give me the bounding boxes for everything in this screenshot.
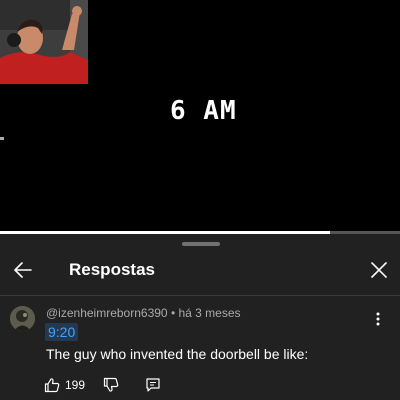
video-player[interactable]: 6 AM (0, 0, 400, 232)
panel-title: Respostas (69, 260, 155, 279)
close-icon (371, 262, 387, 278)
timestamp-link[interactable]: 9:20 (45, 323, 79, 341)
comment-author[interactable]: @izenheimreborn6390 (46, 306, 168, 320)
thumbs-down-icon (103, 377, 119, 392)
thumbs-up-icon (44, 378, 60, 393)
drag-handle[interactable] (182, 242, 220, 246)
comment-time: há 3 meses (178, 306, 241, 320)
dislike-button[interactable] (103, 377, 119, 393)
avatar[interactable] (10, 306, 35, 331)
like-button[interactable]: 199 (44, 377, 85, 393)
meta-separator: • (170, 306, 176, 320)
back-button[interactable] (10, 256, 36, 284)
reply-comment-icon (146, 378, 160, 392)
comment-text: The guy who invented the doorbell be lik… (46, 346, 309, 362)
reply-button[interactable] (145, 377, 161, 393)
comment-menu-button[interactable] (368, 308, 388, 330)
more-vert-icon (376, 312, 380, 326)
like-count: 199 (65, 378, 86, 392)
replies-panel: Respostas @izenheimreborn6390 • há 3 mes… (0, 234, 400, 400)
comment-meta: @izenheimreborn6390 • há 3 meses (46, 306, 241, 320)
comment-actions: 199 (44, 375, 161, 395)
facecam-overlay (0, 0, 88, 84)
arrow-left-icon (14, 262, 32, 278)
video-artifact (0, 137, 4, 140)
close-button[interactable] (366, 256, 392, 284)
panel-header: Respostas (0, 256, 400, 286)
game-clock-text: 6 AM (170, 96, 237, 126)
header-divider (0, 295, 400, 296)
